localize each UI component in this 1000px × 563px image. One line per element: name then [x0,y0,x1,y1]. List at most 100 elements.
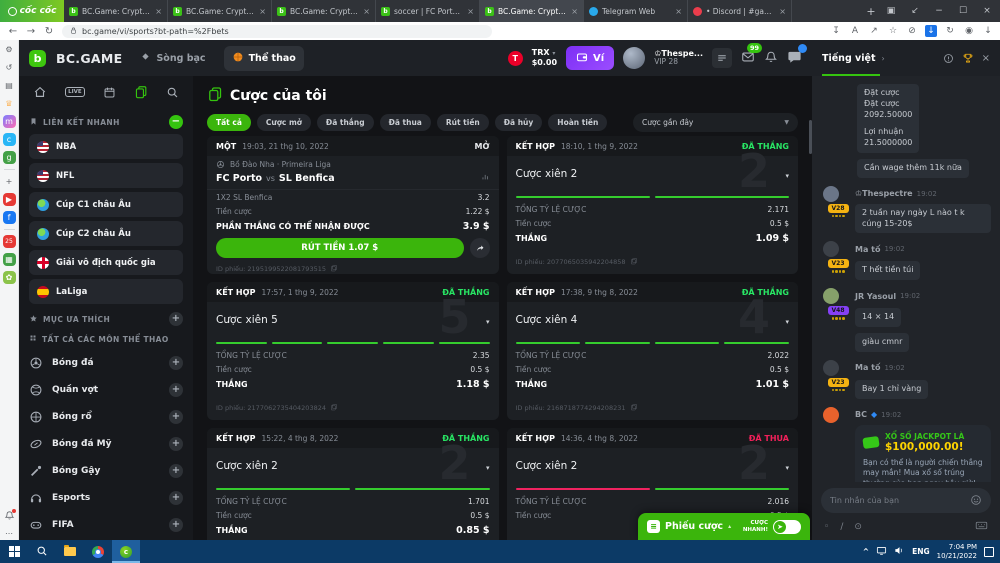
match-stats-button[interactable] [481,172,490,184]
sidebar-sport-basketball[interactable]: Bóng rổ + [29,403,183,430]
browser-brand[interactable]: cốc cốc [0,0,64,22]
nav-sports[interactable]: Thể thao [223,45,304,71]
my-bets-icon[interactable] [134,85,148,99]
quick-bet-toggle[interactable]: ➤ [773,519,801,534]
notifications-button[interactable] [764,49,778,68]
chat-message-input[interactable] [830,496,964,505]
expand-card-icon[interactable]: ▾ [785,464,789,472]
forward-button[interactable]: → [24,26,38,37]
action-center-icon[interactable] [984,546,994,557]
shop-icon[interactable]: ▦ [2,253,16,266]
balance-selector[interactable]: TRX ▾ $0.00 [532,48,557,67]
share-page-icon[interactable]: ↗ [868,25,880,37]
sidebar-item-gi-i-v-ch-qu-c-gia[interactable]: Giải vô địch quốc gia [29,250,183,275]
browser-tab[interactable]: b soccer | FC Porto vs SL B × [376,0,480,22]
copy-id-button[interactable] [330,264,338,274]
crown-icon[interactable]: ♕ [3,97,16,110]
browser-tab[interactable]: • Discord | #games × [688,0,792,22]
facebook-icon[interactable]: f [2,211,16,224]
chat-username[interactable]: Ma tố [855,245,880,254]
taskbar-search-button[interactable] [28,540,56,563]
betslip-bar[interactable]: ≡ Phiếu cược ▴ CƯỢC NHANH! ➤ [638,513,810,540]
quick-menu-button[interactable] [712,48,732,68]
filter--thua[interactable]: Đã thua [379,113,431,131]
tab-close-icon[interactable]: × [779,7,786,16]
tab-close-icon[interactable]: × [571,7,578,16]
notification-bell-icon[interactable] [3,509,16,522]
download-manager-icon[interactable]: ↓ [925,25,937,37]
sale-icon[interactable]: 25 [2,235,16,248]
sidebar-sport-football[interactable]: Bóng đá Mỹ + [29,430,183,457]
mail-button[interactable]: 99 [741,42,762,68]
chat-username[interactable]: ♔Thespectre [855,189,913,198]
expand-sport-button[interactable]: + [169,409,183,424]
calendar-icon[interactable] [103,86,116,99]
chat-input-box[interactable] [821,488,991,513]
browser-tab[interactable]: b BC.Game: Crypto Casino × [64,0,168,22]
bookmark-star-icon[interactable]: ☆ [887,25,899,37]
tab-close-icon[interactable]: × [363,7,370,16]
user-info[interactable]: ♔Thespe... VIP 28 [654,49,703,67]
sidebar-item-c-p-c1-ch-u-u[interactable]: Cúp C1 châu Âu [29,192,183,217]
reading-list-icon[interactable]: ▤ [3,79,16,92]
language-indicator[interactable]: ENG [912,547,930,556]
sync-icon[interactable]: ↻ [944,25,956,37]
bcgame-logo-text[interactable]: BC.GAME [56,51,122,66]
tab-close-icon[interactable]: × [155,7,162,16]
expand-sport-button[interactable]: + [169,517,183,532]
messenger-icon[interactable]: m [2,115,16,128]
sidebar-item-nba[interactable]: NBA [29,134,183,159]
wallet-button[interactable]: Ví [566,46,615,70]
collapse-quick-links-button[interactable]: − [169,115,183,129]
hidden-icons-button[interactable]: ^ [863,547,869,556]
tab-search-icon[interactable]: ▣ [880,0,902,22]
downloads-icon[interactable]: ↓ [982,25,994,37]
profile-icon[interactable]: ◉ [963,25,975,37]
chat-language-selector[interactable]: Tiếng việt [822,53,875,64]
coccoc-button[interactable]: c [112,540,140,563]
copy-id-button[interactable] [630,257,638,267]
minimize-button[interactable]: − [928,0,950,22]
taskbar-clock[interactable]: 7:04 PM 10/21/2022 [937,543,977,561]
trophy-icon[interactable] [962,49,974,68]
browser-tab[interactable]: b BC.Game: Crypto Casino × [272,0,376,22]
sidebar-sport-soccer[interactable]: Bóng đá + [29,349,183,376]
filter-r-t-ti-n[interactable]: Rút tiền [436,113,489,131]
url-box[interactable]: bc.game/vi/sports?bt-path=%2Fbets [62,24,492,38]
sidebar-sport-cricket[interactable]: Bóng Gậy + [29,457,183,484]
sidebar-item-nfl[interactable]: NFL [29,163,183,188]
nav-casino[interactable]: Sòng bạc [132,46,213,70]
filter-t-t-c-[interactable]: Tất cả [207,113,251,131]
copy-id-button[interactable] [630,403,638,413]
sidebar-item-c-p-c2-ch-u-u[interactable]: Cúp C2 châu Âu [29,221,183,246]
back-button[interactable]: ← [6,26,20,37]
tab-close-icon[interactable]: × [675,7,682,16]
copy-id-button[interactable] [330,403,338,413]
expand-sport-button[interactable]: + [169,355,183,370]
chat-username[interactable]: BC [855,410,867,419]
network-icon[interactable] [876,545,887,558]
expand-sport-button[interactable]: + [169,382,183,397]
info-icon[interactable] [943,49,954,68]
rain-icon[interactable]: ◦ [824,522,829,532]
reload-button[interactable]: ↻ [42,26,56,37]
expand-card-icon[interactable]: ▾ [486,318,490,326]
cloud-app-icon[interactable]: c [2,133,16,146]
sidebar-sport-tennis[interactable]: Quần vợt + [29,376,183,403]
cashout-button[interactable]: RÚT TIỀN 1.07 $ [216,238,464,258]
save-page-icon[interactable]: ↧ [830,25,842,37]
browser-tab[interactable]: Telegram Web × [584,0,688,22]
youtube-icon[interactable]: ▶ [2,193,16,206]
chrome-button[interactable] [84,540,112,563]
expand-card-icon[interactable]: ▾ [785,318,789,326]
filter-c-c-m-[interactable]: Cược mở [256,113,311,131]
add-favorite-button[interactable]: + [169,312,183,326]
live-tab[interactable]: LIVE [65,87,85,97]
file-explorer-button[interactable] [56,540,84,563]
home-icon[interactable] [33,85,47,99]
search-icon[interactable] [166,86,179,99]
keyboard-icon[interactable] [975,519,988,535]
expand-sport-button[interactable]: + [169,463,183,478]
slash-command-icon[interactable]: ∕ [840,522,843,532]
filter--h-y[interactable]: Đã hủy [494,113,543,131]
